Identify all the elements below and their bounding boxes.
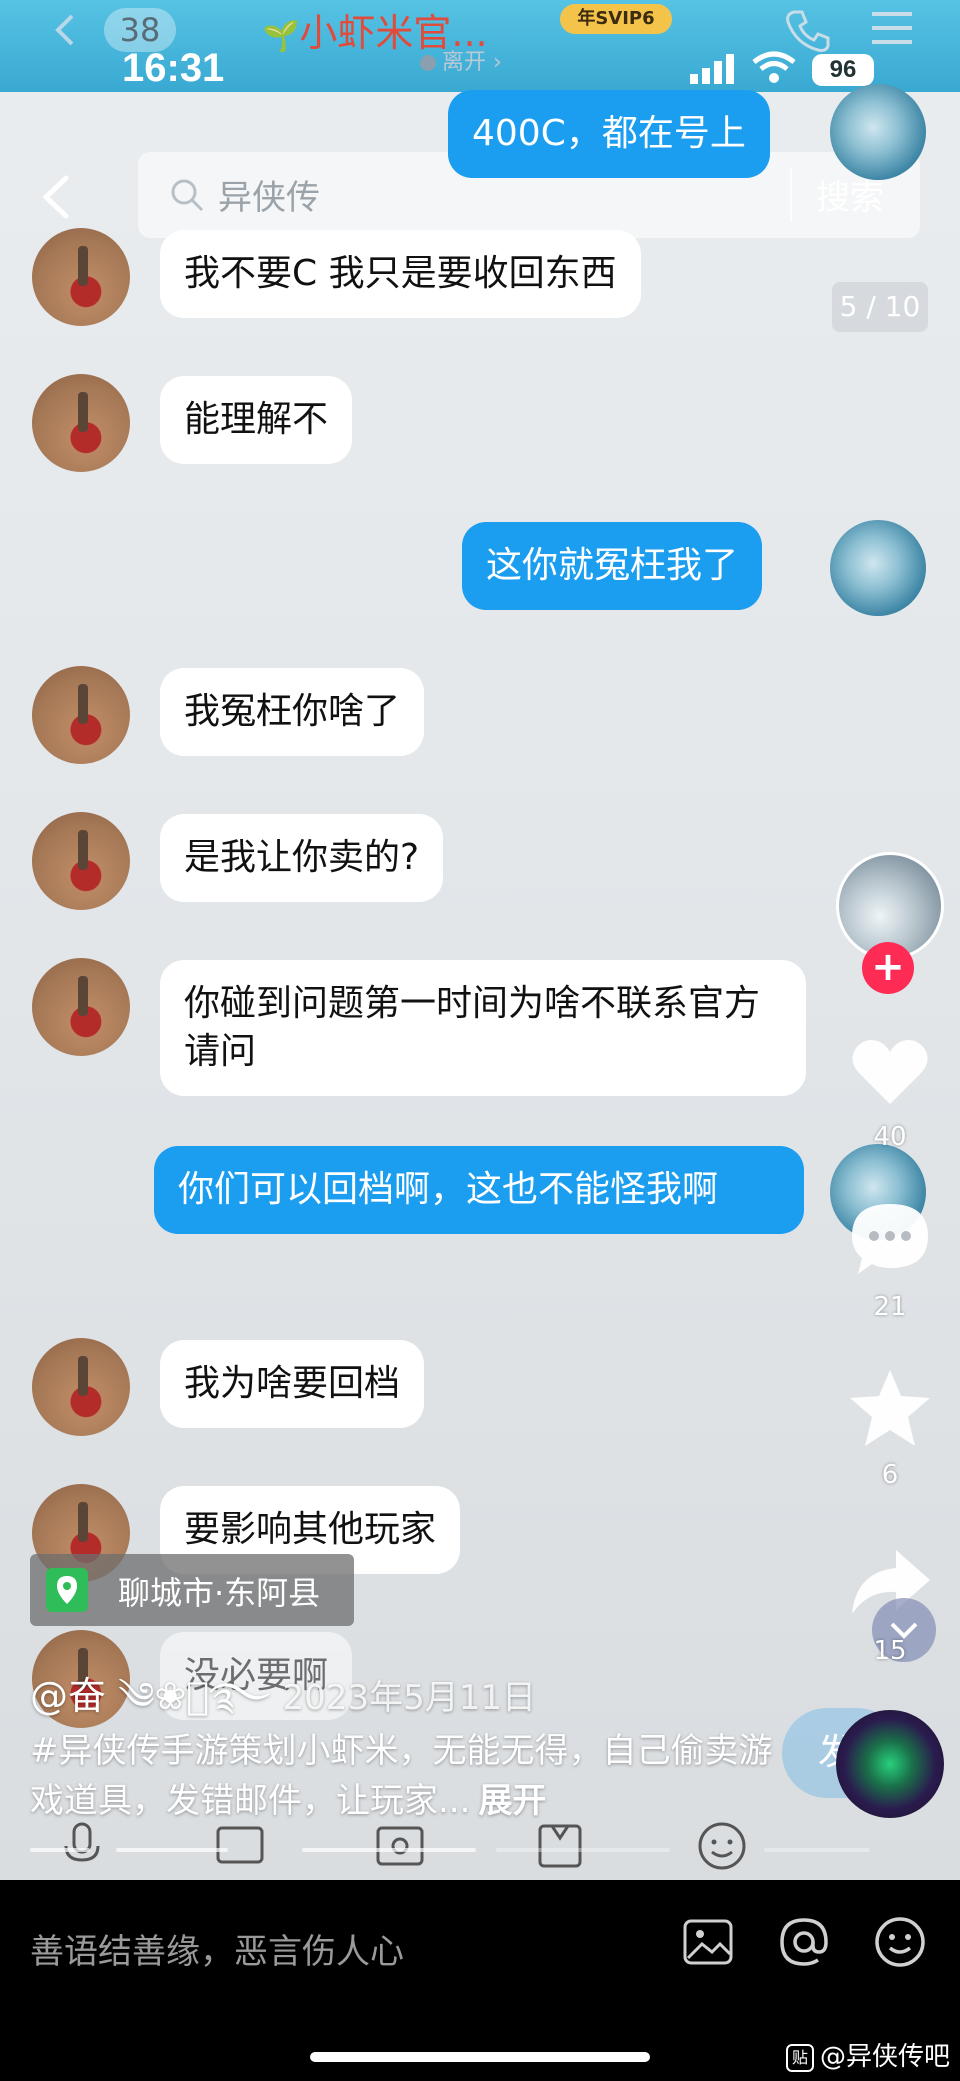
follow-button[interactable]: + xyxy=(862,942,914,994)
video-frame[interactable]: 38 🌱小虾米官... 年SVIP6 离开 › 16:31 96 异侠传 搜索 … xyxy=(0,0,960,1880)
chat-bubble-sent: 400C，都在号上 xyxy=(448,90,770,178)
image-page-indicator: 5 / 10 xyxy=(832,282,928,332)
emoji-icon[interactable] xyxy=(872,1914,928,1970)
signal-icon xyxy=(690,54,734,84)
search-divider xyxy=(790,168,792,222)
menu-icon xyxy=(872,12,912,44)
comment-input[interactable]: 善语结善缘，恶言伤人心 xyxy=(30,1924,404,1973)
location-label: 聊城市·东阿县 xyxy=(118,1574,321,1612)
at-icon[interactable] xyxy=(776,1914,832,1970)
chat-bubble-received: 我不要C 我只是要收回东西 xyxy=(160,230,641,318)
image-icon[interactable] xyxy=(680,1914,736,1970)
chat-bubble-received: 是我让你卖的? xyxy=(160,814,444,902)
chat-bubble-received: 我为啥要回档 xyxy=(160,1340,425,1428)
package-icon xyxy=(538,1824,582,1868)
photo-icon xyxy=(376,1826,424,1866)
back-icon[interactable] xyxy=(36,172,76,222)
avatar xyxy=(32,228,130,326)
star-icon[interactable] xyxy=(846,1364,934,1452)
online-status: 离开 › xyxy=(420,44,502,76)
video-progress-bar[interactable] xyxy=(30,1848,930,1852)
chat-bubble-received: 你碰到问题第一时间为啥不联系官方请问 xyxy=(160,960,806,1096)
post-date: 2023年5月11日 xyxy=(282,1678,536,1718)
share-count: 15 xyxy=(873,1636,907,1666)
search-icon xyxy=(171,179,204,212)
comment-count: 21 xyxy=(873,1292,907,1322)
author-name[interactable]: @奋 ༄❀ཻ࿐ xyxy=(30,1674,271,1718)
favorite-count: 6 xyxy=(881,1460,899,1490)
avatar xyxy=(32,374,130,472)
home-indicator[interactable] xyxy=(310,2052,650,2062)
post-caption[interactable]: #异侠传手游策划小虾米，无能无得，自己偷卖游戏道具，发错邮件，让玩家... 展开 xyxy=(30,1726,790,1826)
microphone-icon xyxy=(64,1822,100,1862)
screen-icon xyxy=(216,1826,264,1864)
avatar xyxy=(32,666,130,764)
avatar xyxy=(32,1338,130,1436)
chat-bubble-received: 能理解不 xyxy=(160,376,353,464)
battery-indicator: 96 xyxy=(812,54,874,86)
heart-icon[interactable] xyxy=(846,1028,934,1116)
chat-bubble-sent: 这你就冤枉我了 xyxy=(462,522,763,610)
avatar xyxy=(32,812,130,910)
location-pin-icon xyxy=(46,1568,88,1612)
avatar xyxy=(32,958,130,1056)
like-count: 40 xyxy=(873,1122,907,1152)
phone-icon xyxy=(786,10,830,52)
expand-link[interactable]: 展开 xyxy=(478,1781,546,1821)
source-watermark: 贴 @异侠传吧 xyxy=(786,2036,950,2073)
avatar xyxy=(830,84,926,180)
chat-bubble-received: 我冤枉你啥了 xyxy=(160,668,425,756)
status-time: 16:31 xyxy=(122,46,225,90)
chat-bubble-sent: 你们可以回档啊，这也不能怪我啊 xyxy=(154,1146,804,1234)
search-input[interactable]: 异侠传 xyxy=(218,170,320,219)
location-chip[interactable]: 聊城市·东阿县 xyxy=(30,1554,354,1626)
comment-icon[interactable] xyxy=(846,1196,934,1284)
qq-back-icon xyxy=(55,14,74,46)
svip-badge: 年SVIP6 xyxy=(560,4,672,34)
wifi-icon xyxy=(752,51,796,83)
music-disc[interactable] xyxy=(836,1710,944,1818)
caption-text: #异侠传手游策划小虾米，无能无得，自己偷卖游戏道具，发错邮件，让玩家... xyxy=(30,1731,773,1821)
status-dot-icon xyxy=(420,55,436,71)
comment-bar: 善语结善缘，恶言伤人心 贴 @异侠传吧 xyxy=(0,1880,960,2081)
avatar xyxy=(830,520,926,616)
emoji-icon xyxy=(698,1822,746,1870)
qq-chat-header: 38 🌱小虾米官... 年SVIP6 离开 › 16:31 96 xyxy=(0,0,960,92)
tieba-icon: 贴 xyxy=(786,2044,814,2072)
